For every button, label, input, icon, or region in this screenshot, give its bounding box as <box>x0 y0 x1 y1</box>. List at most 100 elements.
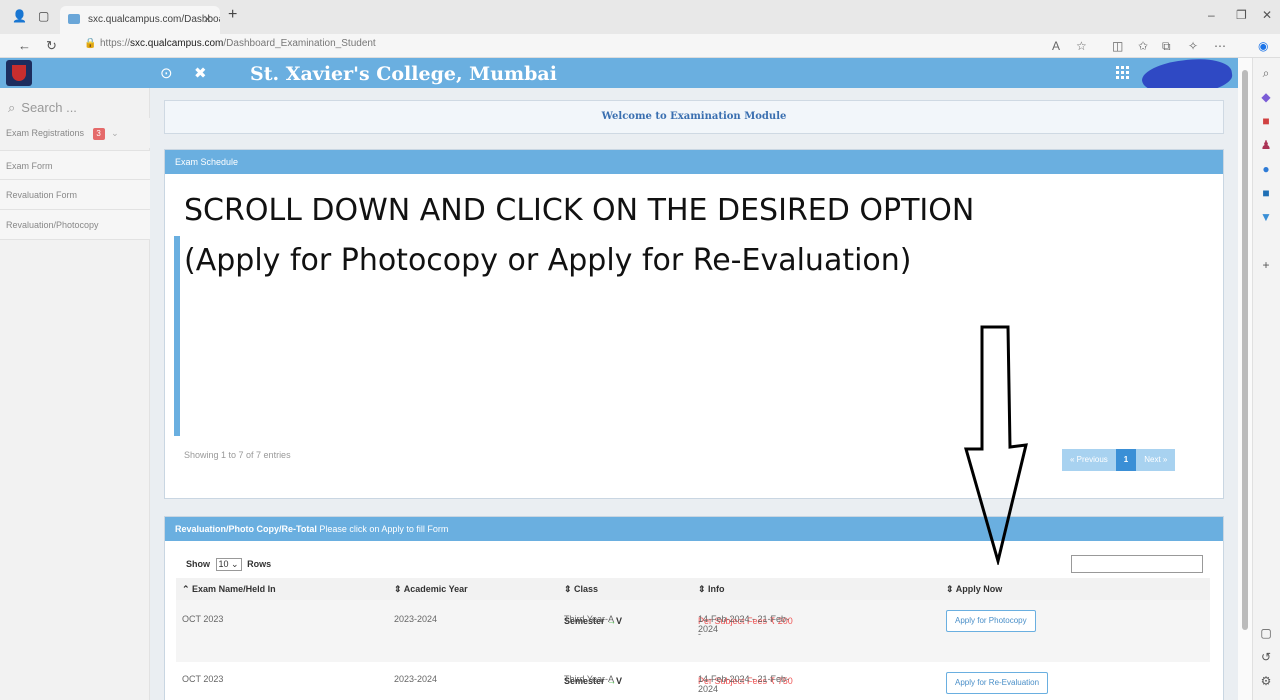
profile-icon[interactable]: 👤 <box>12 9 27 23</box>
tab-actions-icon[interactable]: ▢ <box>38 9 49 23</box>
panel-title-bold: Revaluation/Photo Copy/Re-Total <box>175 524 317 534</box>
favicon-icon <box>68 14 80 24</box>
browser-tab[interactable]: sxc.qualcampus.com/Dashboard ✕ <box>60 6 220 34</box>
cell-year: 2023-2024 <box>394 614 438 624</box>
search-icon[interactable]: ⌕ <box>1259 66 1273 80</box>
class-name: Third Year-A <box>564 614 615 624</box>
search-icon: ⌕ <box>8 100 16 115</box>
cell-year: 2023-2024 <box>394 674 438 684</box>
cell-info: 14-Feb-2024 - 21-Feb-2024 Per Subject Fe… <box>698 674 793 694</box>
sidebar-item-exam-form[interactable]: Exam Form <box>0 150 150 180</box>
minimize-icon[interactable]: – <box>1208 8 1215 22</box>
games-icon[interactable]: ♟ <box>1259 138 1273 152</box>
college-logo <box>6 60 32 86</box>
app-header: ⊙ ✖ St. Xavier's College, Mumbai <box>0 58 1238 88</box>
apply-reevaluation-button[interactable]: Apply for Re-Evaluation <box>946 672 1049 694</box>
welcome-banner: Welcome to Examination Module <box>164 100 1224 134</box>
copilot-icon[interactable]: ◉ <box>1258 39 1268 53</box>
class-name: Third Year-A <box>564 674 615 684</box>
rows-select-value: 10 <box>218 559 229 569</box>
panel-icon[interactable]: ▢ <box>1259 626 1273 640</box>
column-header-apply[interactable]: ⇕ Apply Now <box>946 578 1002 600</box>
apps-grid-icon[interactable] <box>1116 66 1130 80</box>
favorite-icon[interactable]: ☆ <box>1076 39 1087 53</box>
tools-icon[interactable]: ■ <box>1259 114 1273 128</box>
cell-exam: OCT 2023 <box>182 674 224 684</box>
column-header-year[interactable]: ⇕ Academic Year <box>394 578 468 600</box>
sidebar-item-revaluation-form[interactable]: Revaluation Form <box>0 180 150 210</box>
page-length-control: Show 10 ⌄ Rows <box>186 558 271 571</box>
date-range: 14-Feb-2024 - 21-Feb-2024 <box>698 674 790 694</box>
restore-icon[interactable]: ❐ <box>1236 8 1247 22</box>
column-header-info[interactable]: ⇕ Info <box>698 578 725 600</box>
url-host: sxc.qualcampus.com <box>130 38 224 49</box>
entries-info: Showing 1 to 7 of 7 entries <box>184 450 291 460</box>
rows-select[interactable]: 10 ⌄ <box>215 558 242 571</box>
previous-page-button[interactable]: « Previous <box>1062 449 1116 471</box>
address-bar: ← ↻ 🔒 https://sxc.qualcampus.com/Dashboa… <box>0 34 1280 58</box>
refresh-sidebar-icon[interactable]: ↺ <box>1259 650 1273 664</box>
show-label: Show <box>186 559 210 569</box>
outlook-icon[interactable]: ■ <box>1259 186 1273 200</box>
semester-number: V <box>616 676 623 686</box>
down-arrow-icon <box>964 325 1028 565</box>
instruction-overlay: SCROLL DOWN AND CLICK ON THE DESIRED OPT… <box>184 186 1204 286</box>
sidebar-item-label: Revaluation Form <box>6 190 78 200</box>
extensions-icon[interactable]: ✧ <box>1188 39 1198 53</box>
column-label: Info <box>708 584 725 594</box>
rows-label: Rows <box>247 559 272 569</box>
semester-number: V <box>616 616 623 626</box>
shopping-icon[interactable]: ◆ <box>1259 90 1273 104</box>
count-badge: 3 <box>92 128 105 140</box>
favorites-icon[interactable]: ✩ <box>1138 39 1148 53</box>
sidebar-item-revaluation-photocopy[interactable]: Revaluation/Photocopy <box>0 210 150 240</box>
menu-toggle-icon[interactable]: ⊙ <box>160 64 173 82</box>
column-header-exam[interactable]: ⌃ Exam Name/Held In <box>182 578 276 600</box>
close-window-icon[interactable]: ✕ <box>1262 8 1272 22</box>
url-path: /Dashboard_Examination_Student <box>223 38 376 49</box>
column-label: Exam Name/Held In <box>192 584 276 594</box>
decorative-bar <box>174 236 180 436</box>
sidebar-item-label: Revaluation/Photocopy <box>6 220 99 230</box>
search-placeholder: Search ... <box>21 100 77 115</box>
url-prefix: https:// <box>100 38 131 49</box>
browser-tab-bar: 👤 ▢ sxc.qualcampus.com/Dashboard ✕ + – ❐… <box>0 0 1280 34</box>
page-scrollbar[interactable] <box>1238 58 1252 700</box>
table-search-input[interactable] <box>1071 555 1203 573</box>
sidebar-item-exam-registrations[interactable]: Exam Registrations 3 ⌄ <box>0 118 150 148</box>
pagination: « Previous 1 Next » <box>1062 449 1176 471</box>
panel-title-note: Please click on Apply to fill Form <box>319 524 449 534</box>
next-page-button[interactable]: Next » <box>1136 449 1176 471</box>
split-screen-icon[interactable]: ◫ <box>1112 39 1123 53</box>
cell-info: 14-Feb-2024 - 21-Feb-2024 Per Subject Fe… <box>698 614 793 639</box>
instruction-line-2: (Apply for Photocopy or Apply for Re-Eva… <box>184 243 912 278</box>
refresh-icon[interactable]: ↻ <box>46 38 57 54</box>
scrollbar-thumb[interactable] <box>1242 70 1248 630</box>
apply-photocopy-button[interactable]: Apply for Photocopy <box>946 610 1036 632</box>
panel-title: Revaluation/Photo Copy/Re-Total Please c… <box>165 517 1223 541</box>
office-icon[interactable]: ● <box>1259 162 1273 176</box>
sidebar-search[interactable]: ⌕ Search ... <box>8 100 83 116</box>
panel-title: Exam Schedule <box>165 150 1223 174</box>
collections-icon[interactable]: ⧉ <box>1162 39 1171 54</box>
cell-class: Third Year-A Semester →V <box>564 614 622 626</box>
table-header: ⌃ Exam Name/Held In ⇕ Academic Year ⇕ Cl… <box>176 578 1210 600</box>
table-row: OCT 2023 2023-2024 Third Year-A Semester… <box>176 600 1210 662</box>
fullscreen-icon[interactable]: ✖ <box>194 64 207 82</box>
new-tab-icon[interactable]: + <box>228 6 237 24</box>
column-header-class[interactable]: ⇕ Class <box>564 578 598 600</box>
lock-icon: 🔒 <box>84 38 97 49</box>
page-1-button[interactable]: 1 <box>1115 449 1137 471</box>
url-field[interactable]: 🔒 https://sxc.qualcampus.com/Dashboard_E… <box>82 38 1042 54</box>
send-icon[interactable]: ▼ <box>1259 210 1273 224</box>
column-label: Academic Year <box>403 584 468 594</box>
add-icon[interactable]: + <box>1259 258 1273 272</box>
read-aloud-icon[interactable]: A <box>1052 39 1060 53</box>
settings-icon[interactable]: ⚙ <box>1259 674 1273 688</box>
more-icon[interactable]: ⋯ <box>1214 39 1226 53</box>
table-row: OCT 2023 2023-2024 Third Year-A Semester… <box>176 662 1210 700</box>
college-name: St. Xavier's College, Mumbai <box>250 63 557 85</box>
sidebar-item-label: Exam Registrations <box>6 128 85 138</box>
close-tab-icon[interactable]: ✕ <box>203 13 212 26</box>
back-icon[interactable]: ← <box>18 38 31 53</box>
